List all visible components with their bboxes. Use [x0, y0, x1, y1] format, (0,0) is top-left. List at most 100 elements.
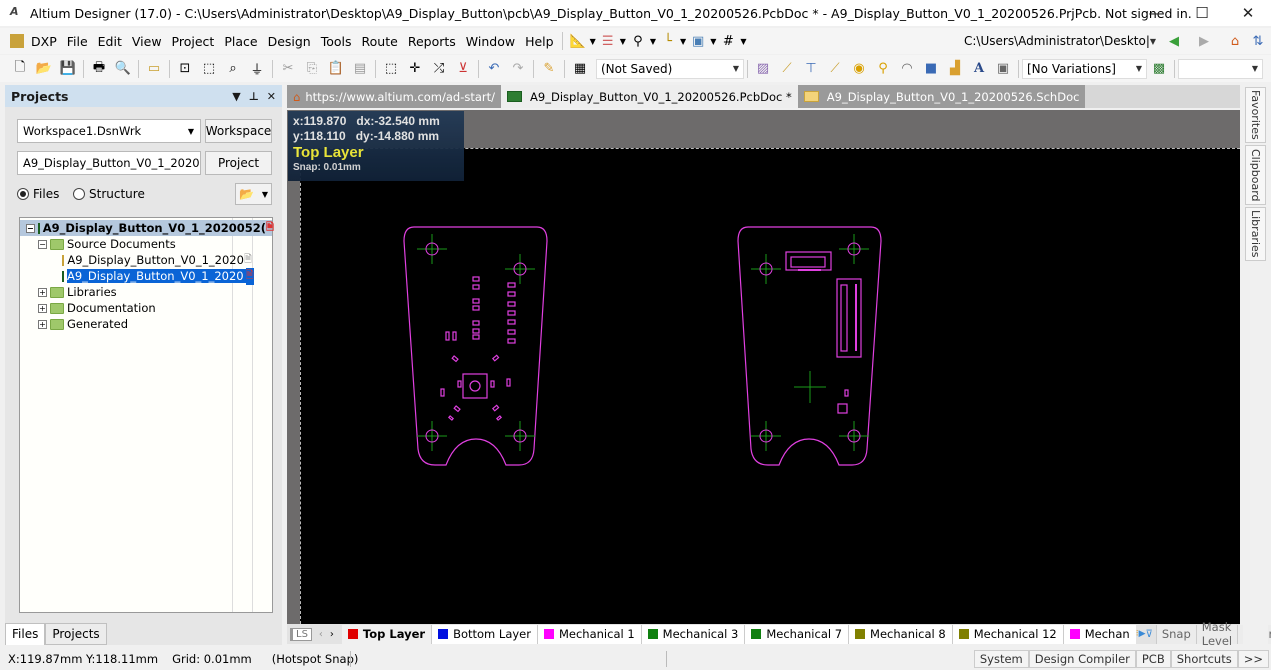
panel-button-shortcuts[interactable]: Shortcuts	[1170, 650, 1238, 668]
menu-project[interactable]: Project	[167, 34, 220, 49]
board-insight-icon[interactable]: ▩	[1149, 59, 1169, 79]
collapse-icon[interactable]: −	[38, 239, 47, 249]
multi-routing-icon[interactable]: ⊤	[801, 59, 821, 79]
arc-icon[interactable]: ◠	[897, 59, 917, 79]
workspace-button[interactable]: Workspace	[205, 119, 272, 143]
files-radio[interactable]: Files	[17, 187, 59, 201]
layer-tab-mech-more[interactable]: Mechan	[1063, 624, 1136, 644]
project-options-button[interactable]: 📂 ▼	[235, 183, 272, 205]
layer-tab-top[interactable]: Top Layer	[341, 624, 433, 644]
redo-icon[interactable]: ↷	[508, 59, 528, 79]
side-tab-clipboard[interactable]: Clipboard	[1245, 145, 1266, 205]
copy-icon[interactable]: ⎘	[302, 59, 322, 79]
project-button[interactable]: Project	[205, 151, 272, 175]
path-combo[interactable]: C:\Users\Administrator\Deskto| ▼	[960, 31, 1158, 51]
project-field[interactable]: A9_Display_Button_V0_1_20200526	[17, 151, 201, 175]
open-device-view-icon[interactable]: ▭	[144, 59, 164, 79]
extra-combo[interactable]: ▼	[1178, 58, 1263, 79]
clear-filter-icon[interactable]: ⊻	[453, 59, 473, 79]
paste-icon[interactable]: 📋	[326, 59, 346, 79]
cut-icon[interactable]: ✂	[278, 59, 298, 79]
pcb-canvas[interactable]: x:119.870 dx:-32.540 mm y:118.110 dy:-14…	[288, 111, 1240, 624]
panel-button-more[interactable]: >>	[1237, 650, 1269, 668]
tab-projects[interactable]: Projects	[45, 623, 107, 645]
new-doc-icon[interactable]: 🗋	[10, 59, 30, 79]
diff-pair-routing-icon[interactable]: ⟋	[777, 59, 797, 79]
print-icon[interactable]: 🖶	[89, 59, 109, 79]
print-preview-icon[interactable]: 🔍	[113, 59, 133, 79]
zoom-fit-icon[interactable]: ⊡	[175, 59, 195, 79]
polygon-icon[interactable]: ▟	[945, 59, 965, 79]
expand-icon[interactable]: +	[38, 303, 47, 313]
pin-icon[interactable]: ⊥	[249, 90, 259, 103]
save-icon[interactable]: 💾	[58, 59, 78, 79]
layer-scroll-right[interactable]: ›	[330, 629, 334, 640]
refresh-doc-icon[interactable]: ⇅	[1248, 31, 1268, 51]
zoom-filtered-icon[interactable]: ⏚	[247, 59, 267, 79]
tree-item-pcbdoc[interactable]: A9_Display_Button_V0_1_2020 🗎	[20, 267, 272, 285]
tree-item-documentation[interactable]: + Documentation	[20, 300, 272, 316]
layer-tab-mech3[interactable]: Mechanical 3	[641, 624, 746, 644]
menu-help[interactable]: Help	[520, 34, 559, 49]
tree-item-source-documents[interactable]: − Source Documents	[20, 236, 272, 252]
tab-files[interactable]: Files	[5, 623, 46, 645]
layer-tab-bottom[interactable]: Bottom Layer	[432, 624, 538, 644]
interactive-routing-icon[interactable]: ▨	[753, 59, 773, 79]
layer-tab-mech1[interactable]: Mechanical 1	[537, 624, 642, 644]
menu-window[interactable]: Window	[461, 34, 520, 49]
find-icon[interactable]: ⚲	[628, 31, 648, 51]
structure-radio-dot[interactable]	[73, 188, 85, 200]
deselect-icon[interactable]: ⤮	[429, 59, 449, 79]
zoom-selected-icon[interactable]: ⌕	[223, 59, 243, 79]
dimension-icon[interactable]: └	[658, 31, 678, 51]
layer-tab-mech7[interactable]: Mechanical 7	[745, 624, 850, 644]
files-radio-dot[interactable]	[17, 188, 29, 200]
menu-reports[interactable]: Reports	[403, 34, 461, 49]
tree-item-libraries[interactable]: + Libraries	[20, 284, 272, 300]
menu-view[interactable]: View	[127, 34, 167, 49]
menu-file[interactable]: File	[62, 34, 93, 49]
structure-radio[interactable]: Structure	[73, 187, 145, 201]
tab-pcbdoc[interactable]: A9_Display_Button_V0_1_20200526.PcbDoc *	[501, 85, 798, 108]
collapse-icon[interactable]: −	[26, 223, 35, 233]
layer-tab-mech8[interactable]: Mechanical 8	[849, 624, 953, 644]
variations-combo[interactable]: [No Variations] ▼	[1022, 58, 1147, 79]
layer-scroll-left[interactable]: ‹	[319, 629, 323, 640]
menu-design[interactable]: Design	[263, 34, 316, 49]
tree-item-project[interactable]: − A9_Display_Button_V0_1_2020052( 🗎	[20, 220, 274, 236]
panel-button-system[interactable]: System	[973, 650, 1029, 668]
zoom-area-icon[interactable]: ⬚	[199, 59, 219, 79]
panel-button-pcb[interactable]: PCB	[1135, 650, 1171, 668]
browse-components-icon[interactable]: ▦	[570, 59, 590, 79]
component-icon[interactable]: ▣	[993, 59, 1013, 79]
saved-state-combo[interactable]: (Not Saved) ▼	[596, 58, 744, 79]
menu-dxp[interactable]: DXP	[26, 34, 62, 49]
menu-tools[interactable]: Tools	[316, 34, 357, 49]
tab-schdoc[interactable]: A9_Display_Button_V0_1_20200526.SchDoc	[797, 85, 1086, 108]
filter-icon[interactable]: ⊽	[1145, 629, 1152, 640]
panel-close-icon[interactable]: ✕	[267, 90, 276, 103]
layer-tab-mech12[interactable]: Mechanical 12	[952, 624, 1064, 644]
home-icon[interactable]: ⌂	[1225, 31, 1245, 51]
forward-icon[interactable]: ▶	[1194, 31, 1214, 51]
undo-icon[interactable]: ↶	[484, 59, 504, 79]
menu-place[interactable]: Place	[219, 34, 262, 49]
move-icon[interactable]: ✛	[405, 59, 425, 79]
highlight-icon[interactable]: ✎	[539, 59, 559, 79]
panel-menu-icon[interactable]: ▼	[232, 90, 240, 103]
side-tab-libraries[interactable]: Libraries	[1245, 207, 1266, 261]
workspace-combo[interactable]: Workspace1.DsnWrk ▼	[17, 119, 201, 143]
panel-button-design-compiler[interactable]: Design Compiler	[1028, 650, 1136, 668]
expand-icon[interactable]: +	[38, 319, 47, 329]
length-tuning-icon[interactable]: ⟋	[825, 59, 845, 79]
align-icon[interactable]: ☰	[598, 31, 618, 51]
fill-icon[interactable]: ■	[921, 59, 941, 79]
side-tab-favorites[interactable]: Favorites	[1245, 87, 1266, 143]
close-button[interactable]: ✕	[1225, 0, 1271, 26]
mask-level-button[interactable]: Mask Level	[1195, 620, 1238, 648]
tab-start-page[interactable]: ⌂ https://www.altium.com/ad-start/	[287, 85, 502, 108]
play-icon[interactable]: ▶	[1139, 629, 1146, 639]
minimize-button[interactable]: —	[1133, 0, 1179, 26]
select-area-icon[interactable]: ⬚	[381, 59, 401, 79]
snap-button[interactable]: Snap	[1155, 624, 1196, 644]
